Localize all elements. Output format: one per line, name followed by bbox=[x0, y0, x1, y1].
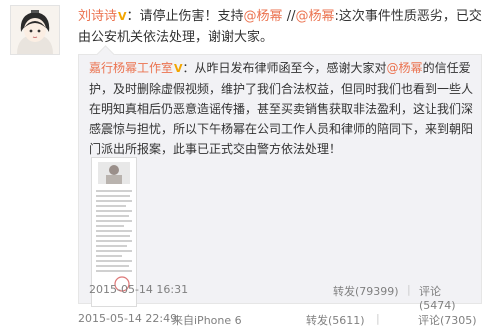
comment-button[interactable]: 评论(7305) bbox=[418, 312, 477, 328]
repost-comment-button[interactable]: 评论(5474) bbox=[419, 283, 473, 312]
post-text-part-1: ：请停止伤害！支持 bbox=[126, 9, 244, 24]
verified-icon: V bbox=[174, 62, 183, 75]
post-source: 来自iPhone 6 bbox=[172, 314, 242, 327]
repost-text: 嘉行杨幂工作室V：从昨日发布律师函至今，感谢大家对@杨幂的信任爱护，及时删除虚假… bbox=[89, 58, 474, 159]
post-text-part-2: // bbox=[282, 9, 296, 24]
repost-timestamp[interactable]: 2015-05-14 16:31 bbox=[89, 283, 188, 296]
repost-meta-row: 2015-05-14 16:31 转发(79399) | 评论(5474) bbox=[89, 283, 473, 312]
divider: | bbox=[407, 283, 411, 296]
post-text: 刘诗诗V：请停止伤害！支持@杨幂 //@杨幂:这次事件性质恶劣，已交由公安机关依… bbox=[78, 6, 490, 48]
author-link[interactable]: 刘诗诗 bbox=[78, 9, 117, 24]
repost-button[interactable]: 转发(5611) bbox=[306, 312, 365, 328]
post-timestamp[interactable]: 2015-05-14 22:49 bbox=[78, 312, 177, 325]
avatar[interactable] bbox=[10, 5, 60, 55]
repost-author-link[interactable]: 嘉行杨幂工作室 bbox=[89, 61, 173, 75]
verified-icon: V bbox=[118, 10, 127, 23]
repost-mention-link[interactable]: @杨幂 bbox=[387, 61, 423, 75]
mention-link-1[interactable]: @杨幂 bbox=[244, 9, 283, 24]
repost-text-part-1: ：从昨日发布律师函至今，感谢大家对 bbox=[182, 61, 387, 75]
reposted-card: 嘉行杨幂工作室V：从昨日发布律师函至今，感谢大家对@杨幂的信任爱护，及时删除虚假… bbox=[78, 45, 482, 312]
divider: | bbox=[376, 312, 380, 325]
avatar-illustration bbox=[11, 6, 59, 54]
repost-repost-button[interactable]: 转发(79399) bbox=[333, 283, 399, 299]
mention-link-2[interactable]: @杨幂 bbox=[295, 9, 334, 24]
post-meta-row: 2015-05-14 22:49 来自iPhone 6 转发(5611) | 评… bbox=[78, 312, 490, 330]
repost-text-part-2: 的信任爱护，及时删除虚假视频，维护了我们合法权益，但同时我们也看到一些人在明知真… bbox=[89, 61, 474, 156]
